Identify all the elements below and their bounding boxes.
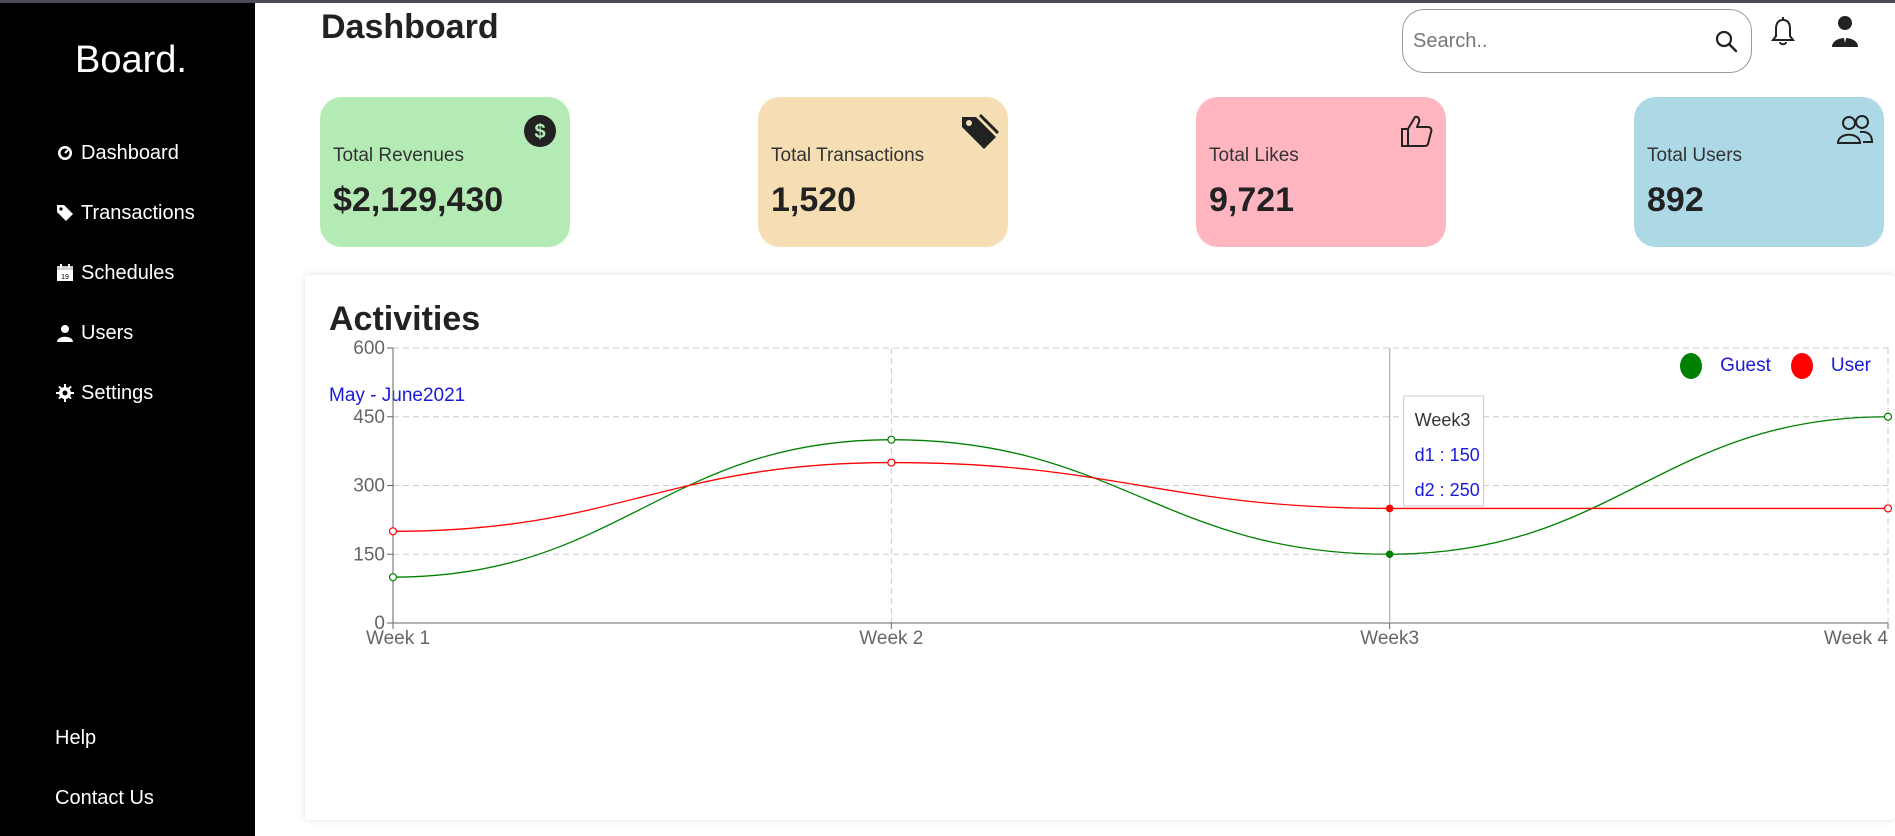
help-link[interactable]: Help — [55, 708, 154, 768]
y-tick-label: 450 — [353, 407, 385, 428]
data-point-guest — [388, 573, 398, 582]
sidebar: Board. Dashboard Transactions 19 Schedul… — [0, 3, 255, 836]
sidebar-item-settings[interactable]: Settings — [55, 363, 195, 423]
x-tick-label: Week 1 — [366, 628, 430, 649]
card-label: Total Likes — [1209, 145, 1299, 166]
sidebar-nav: Dashboard Transactions 19 Schedules User… — [55, 123, 195, 423]
data-point-user — [887, 458, 896, 467]
sidebar-item-label: Schedules — [81, 261, 175, 284]
tag-icon — [55, 203, 75, 223]
page-title: Dashboard — [321, 8, 499, 46]
sidebar-item-label: Transactions — [81, 201, 195, 224]
search-input[interactable] — [1413, 29, 1711, 53]
x-tick-label: Week 4 — [1824, 628, 1889, 649]
gauge-icon — [55, 143, 75, 163]
svg-text:$: $ — [534, 121, 545, 143]
tag-icon — [960, 113, 1000, 149]
card-label: Total Transactions — [771, 145, 925, 166]
card-value: 9,721 — [1209, 181, 1295, 219]
data-point-user — [1385, 504, 1394, 513]
sidebar-item-transactions[interactable]: Transactions — [55, 183, 195, 243]
x-tick-label: Week3 — [1360, 628, 1419, 649]
series-line-guest — [392, 416, 1889, 578]
y-tick-label: 150 — [353, 544, 385, 565]
user-icon — [55, 323, 75, 343]
data-point-guest — [1385, 550, 1394, 559]
search-icon[interactable] — [1711, 26, 1741, 56]
y-tick-label: 300 — [353, 476, 385, 497]
calendar-icon: 19 — [55, 263, 75, 283]
card-value: 1,520 — [771, 181, 857, 219]
x-tick-label: Week 2 — [859, 628, 923, 649]
users-icon — [1836, 113, 1874, 149]
card-total-revenues: $ Total Revenues $2,129,430 — [320, 97, 570, 247]
search-box — [1402, 9, 1752, 73]
card-label: Total Revenues — [333, 145, 464, 166]
sidebar-item-dashboard[interactable]: Dashboard — [55, 123, 195, 183]
contact-us-link[interactable]: Contact Us — [55, 768, 154, 828]
user-avatar-icon[interactable] — [1830, 15, 1862, 47]
sidebar-item-label: Dashboard — [81, 141, 179, 164]
main-content: Dashboard $ Total Revenues $2,129,430 To… — [255, 3, 1895, 836]
card-total-users: Total Users 892 — [1634, 97, 1884, 247]
activities-panel: Activities May - June2021 Guest User 0 15… — [305, 275, 1895, 820]
sidebar-item-users[interactable]: Users — [55, 303, 195, 363]
y-tick-label: 600 — [353, 338, 385, 359]
tooltip-line-d1: d1 : 150 — [1415, 445, 1480, 465]
data-point-guest — [1883, 412, 1893, 421]
data-point-user — [1883, 504, 1893, 513]
card-total-likes: Total Likes 9,721 — [1196, 97, 1446, 247]
brand-logo: Board. — [75, 39, 187, 81]
sidebar-item-label: Settings — [81, 381, 154, 404]
bell-icon[interactable] — [1770, 17, 1800, 47]
gear-icon — [55, 383, 75, 403]
svg-text:19: 19 — [61, 274, 69, 281]
data-point-user — [388, 527, 398, 536]
tooltip-line-d2: d2 : 250 — [1415, 480, 1480, 500]
card-total-transactions: Total Transactions 1,520 — [758, 97, 1008, 247]
thumbs-up-icon — [1398, 113, 1434, 149]
card-label: Total Users — [1647, 145, 1743, 166]
data-point-guest — [887, 435, 896, 444]
tooltip-title: Week3 — [1415, 410, 1471, 430]
sidebar-item-label: Users — [81, 321, 134, 344]
dollar-icon: $ — [522, 113, 558, 149]
sidebar-footer: Help Contact Us — [55, 708, 154, 828]
card-value: $2,129,430 — [333, 181, 504, 219]
activities-line-chart: 0150300450600Week 1 Week 2 Week3 Week 4Week… — [353, 338, 1893, 649]
sidebar-item-schedules[interactable]: 19 Schedules — [55, 243, 195, 303]
card-value: 892 — [1647, 181, 1704, 219]
